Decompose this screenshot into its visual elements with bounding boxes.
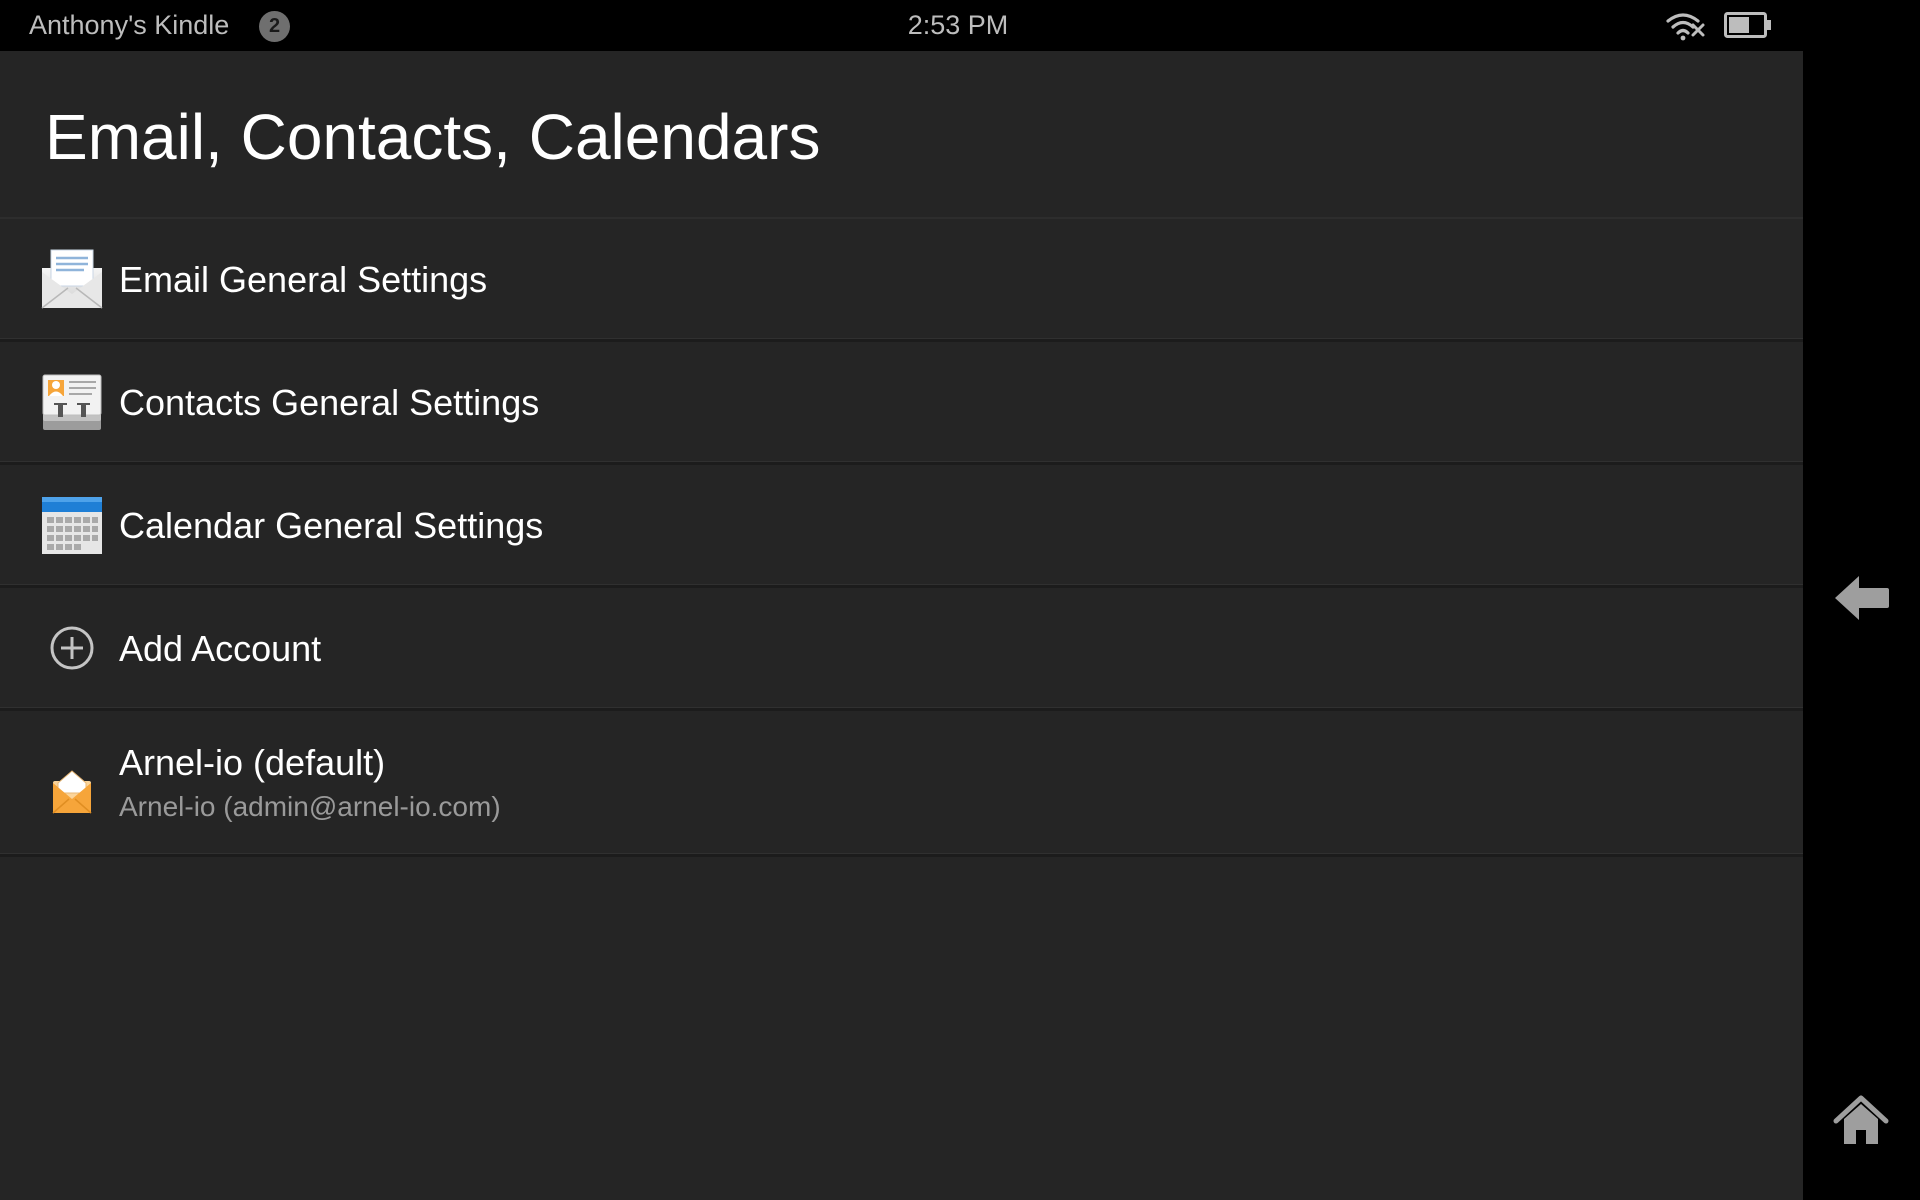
battery-icon bbox=[1724, 12, 1771, 38]
page-title: Email, Contacts, Calendars bbox=[45, 101, 821, 173]
back-arrow-icon[interactable] bbox=[1833, 572, 1891, 624]
clock: 2:53 PM bbox=[907, 10, 1009, 40]
contacts-card-icon bbox=[42, 374, 102, 430]
email-general-settings-item[interactable]: Email General Settings bbox=[0, 219, 1803, 342]
settings-list: Email General Settings Contacts General … bbox=[0, 219, 1803, 857]
row-label: Contacts General Settings bbox=[119, 382, 540, 423]
calendar-general-settings-item[interactable]: Calendar General Settings bbox=[0, 465, 1803, 588]
home-icon[interactable] bbox=[1833, 1095, 1889, 1147]
row-label: Add Account bbox=[119, 628, 322, 669]
screen: Anthony's Kindle 2 2:53 PM Email, Contac… bbox=[0, 0, 1920, 1200]
account-email: Arnel-io (admin@arnel-io.com) bbox=[119, 791, 501, 822]
add-account-item[interactable]: Add Account bbox=[0, 588, 1803, 711]
account-name: Arnel-io (default) bbox=[119, 742, 386, 783]
contacts-general-settings-item[interactable]: Contacts General Settings bbox=[0, 342, 1803, 465]
row-label: Email General Settings bbox=[119, 259, 488, 300]
account-mail-icon bbox=[52, 770, 92, 814]
status-bar[interactable]: Anthony's Kindle 2 2:53 PM bbox=[0, 0, 1803, 51]
account-arnel-io-item[interactable]: Arnel-io (default) Arnel-io (admin@arnel… bbox=[0, 711, 1803, 857]
add-circle-icon bbox=[50, 626, 94, 670]
main-content: Email, Contacts, Calendars Email General… bbox=[0, 51, 1803, 1200]
row-label: Calendar General Settings bbox=[119, 505, 544, 546]
calendar-icon bbox=[42, 497, 102, 554]
envelope-icon bbox=[41, 249, 103, 309]
wifi-disconnected-icon bbox=[1666, 13, 1705, 41]
side-navigation-bar bbox=[1803, 0, 1920, 1200]
